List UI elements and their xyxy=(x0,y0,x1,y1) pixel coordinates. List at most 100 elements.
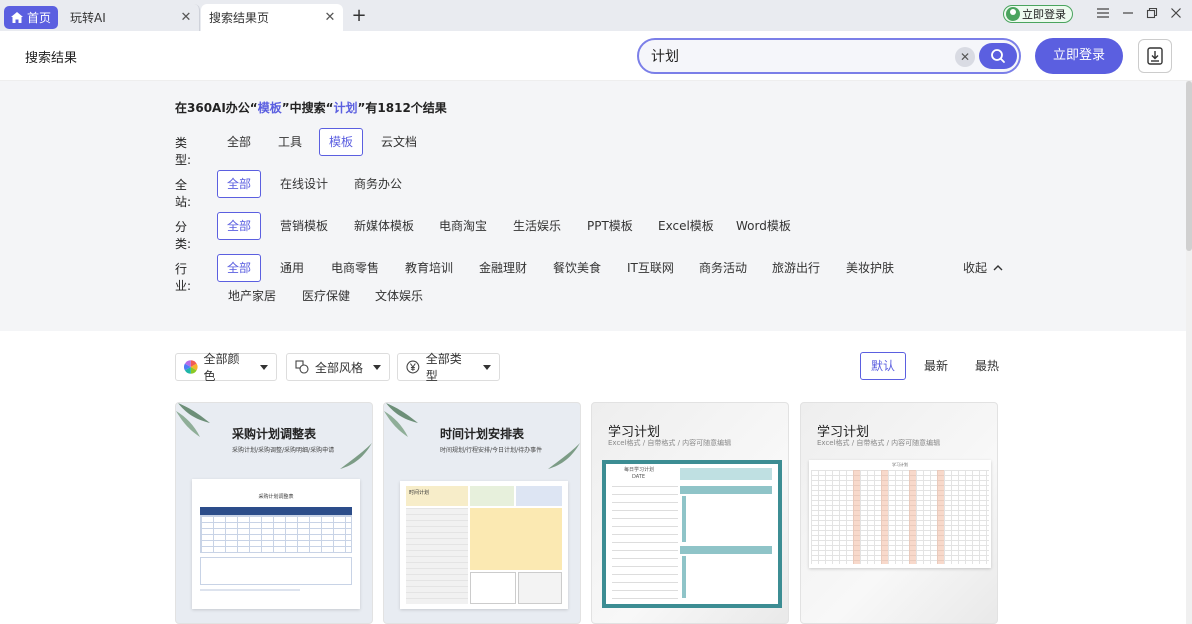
filter-type-tools[interactable]: 工具 xyxy=(268,128,312,156)
new-tab-button[interactable]: + xyxy=(350,7,368,25)
filter-type-cloud-docs[interactable]: 云文档 xyxy=(371,128,427,156)
minimize-icon[interactable] xyxy=(1119,6,1137,24)
filter-category-item[interactable]: Word模板 xyxy=(726,212,801,240)
card-preview: 采购计划调整表 xyxy=(192,479,360,609)
page-title: 搜索结果 xyxy=(25,51,78,66)
tab-search-results[interactable]: 搜索结果页 ✕ xyxy=(201,4,343,31)
filter-industry-item[interactable]: 电商零售 xyxy=(321,254,389,282)
preview-title: 采购计划调整表 xyxy=(258,494,294,500)
close-icon[interactable]: ✕ xyxy=(179,10,193,25)
result-summary: 在360AI办公“模板”中搜索“计划”有1812个结果 xyxy=(175,99,447,116)
filter-type-all[interactable]: 全部 xyxy=(217,128,261,156)
preview-title: 时间计划 xyxy=(409,490,430,496)
filter-category-item[interactable]: Excel模板 xyxy=(648,212,724,240)
preview-title: 学习计划 xyxy=(892,462,908,467)
menu-icon[interactable] xyxy=(1094,6,1112,24)
color-filter-label: 全部颜色 xyxy=(203,352,240,383)
download-button[interactable] xyxy=(1138,39,1172,73)
style-filter-dropdown[interactable]: 全部风格 xyxy=(286,353,390,381)
type-filter-dropdown[interactable]: 全部类型 xyxy=(397,352,500,383)
search-input[interactable] xyxy=(651,46,941,66)
template-card[interactable]: 学习计划 Excel格式 / 自带格式 / 内容可随意编辑 每日学习计划 DAT… xyxy=(591,402,789,624)
filter-industry-item[interactable]: 全部 xyxy=(217,254,262,282)
tab-ai[interactable]: 玩转AI ✕ xyxy=(62,4,200,31)
yen-icon xyxy=(406,360,420,374)
header: 搜索结果 ✕ 立即登录 xyxy=(0,31,1192,81)
filter-industry-item[interactable]: 金融理财 xyxy=(469,254,537,282)
sort-newest[interactable]: 最新 xyxy=(913,352,959,380)
summary-text: ”有1812个结果 xyxy=(357,101,447,115)
card-subtitle: Excel格式 / 自带格式 / 内容可随意编辑 xyxy=(608,439,732,447)
preview-title: 每日学习计划 xyxy=(624,467,655,473)
summary-text: 在360AI办公“ xyxy=(175,101,258,115)
collapse-label: 收起 xyxy=(963,261,988,275)
login-badge-label: 立即登录 xyxy=(1022,8,1066,21)
summary-keyword-query: 计划 xyxy=(333,101,358,115)
search-icon xyxy=(991,49,1005,63)
leaf-decoration-icon xyxy=(340,443,372,469)
filter-category-item[interactable]: 生活娱乐 xyxy=(503,212,571,240)
filter-industry-item[interactable]: IT互联网 xyxy=(617,254,684,282)
card-preview: 时间计划 xyxy=(400,481,568,609)
color-filter-dropdown[interactable]: 全部颜色 xyxy=(175,352,277,383)
clear-search-icon[interactable]: ✕ xyxy=(955,47,975,67)
filter-label: 类型: xyxy=(175,136,192,167)
sort-default[interactable]: 默认 xyxy=(860,352,907,380)
card-title: 采购计划调整表 xyxy=(232,427,317,441)
filter-industry-item[interactable]: 医疗保健 xyxy=(292,282,360,310)
filter-industry-item[interactable]: 通用 xyxy=(270,254,314,282)
leaf-decoration-icon xyxy=(384,403,418,437)
filter-site-online-design[interactable]: 在线设计 xyxy=(270,170,338,198)
tab-home[interactable]: 首页 xyxy=(4,6,58,29)
collapse-filters-button[interactable]: 收起 xyxy=(963,259,1003,276)
color-wheel-icon xyxy=(184,360,198,374)
filter-label: 全站: xyxy=(175,178,192,209)
preview-subtitle: DATE xyxy=(632,474,646,480)
filter-industry-item[interactable]: 地产家居 xyxy=(218,282,286,310)
scrollbar-thumb[interactable] xyxy=(1186,81,1192,251)
filter-industry-item[interactable]: 教育培训 xyxy=(395,254,463,282)
sort-hottest[interactable]: 最热 xyxy=(964,352,1010,380)
tab-search-results-label: 搜索结果页 xyxy=(209,11,270,25)
close-icon[interactable]: ✕ xyxy=(323,10,337,25)
filter-industry-item[interactable]: 旅游出行 xyxy=(762,254,830,282)
close-window-icon[interactable] xyxy=(1167,6,1185,24)
caret-down-icon xyxy=(373,364,381,370)
scrollbar[interactable] xyxy=(1186,81,1192,624)
caret-down-icon xyxy=(483,364,491,370)
filter-site-all[interactable]: 全部 xyxy=(217,170,262,198)
template-card[interactable]: 学习计划 Excel格式 / 自带格式 / 内容可随意编辑 学习计划 xyxy=(800,402,998,624)
filter-category-item[interactable]: 营销模板 xyxy=(270,212,338,240)
shapes-icon xyxy=(295,360,309,374)
login-button[interactable]: 立即登录 xyxy=(1035,38,1123,74)
filter-industry-item[interactable]: 商务活动 xyxy=(689,254,757,282)
login-badge-button[interactable]: 立即登录 xyxy=(1003,5,1073,23)
filter-category-item[interactable]: 电商淘宝 xyxy=(429,212,497,240)
filter-industry-item[interactable]: 餐饮美食 xyxy=(543,254,611,282)
template-card[interactable]: 时间计划安排表 时间规划/行程安排/今日计划/待办事件 时间计划 xyxy=(383,402,581,624)
search-button[interactable] xyxy=(979,43,1017,69)
filter-site-business-office[interactable]: 商务办公 xyxy=(344,170,412,198)
template-card[interactable]: 采购计划调整表 采购计划/采购调整/采购明细/采购申请 采购计划调整表 xyxy=(175,402,373,624)
tab-home-label: 首页 xyxy=(26,11,51,25)
filter-industry-item[interactable]: 文体娱乐 xyxy=(365,282,433,310)
card-subtitle: 采购计划/采购调整/采购明细/采购申请 xyxy=(232,447,335,454)
filter-label: 行业: xyxy=(175,262,192,293)
summary-text: ”中搜索“ xyxy=(281,101,334,115)
filter-category-item[interactable]: PPT模板 xyxy=(577,212,643,240)
caret-down-icon xyxy=(260,364,268,370)
filter-industry-item[interactable]: 美妆护肤 xyxy=(836,254,904,282)
card-subtitle: Excel格式 / 自带格式 / 内容可随意编辑 xyxy=(817,439,941,447)
filter-type-templates[interactable]: 模板 xyxy=(319,128,364,156)
leaf-decoration-icon xyxy=(176,403,210,437)
tab-bar: 首页 玩转AI ✕ 搜索结果页 ✕ + 立即登录 xyxy=(0,0,1192,31)
home-icon xyxy=(10,12,23,23)
filter-category-item[interactable]: 全部 xyxy=(217,212,262,240)
style-filter-label: 全部风格 xyxy=(315,360,364,375)
chevron-up-icon xyxy=(993,265,1003,271)
card-subtitle: 时间规划/行程安排/今日计划/待办事件 xyxy=(440,447,543,454)
search-box: ✕ xyxy=(637,38,1021,74)
restore-icon[interactable] xyxy=(1143,6,1161,24)
card-preview: 学习计划 xyxy=(809,460,991,568)
filter-category-item[interactable]: 新媒体模板 xyxy=(344,212,424,240)
